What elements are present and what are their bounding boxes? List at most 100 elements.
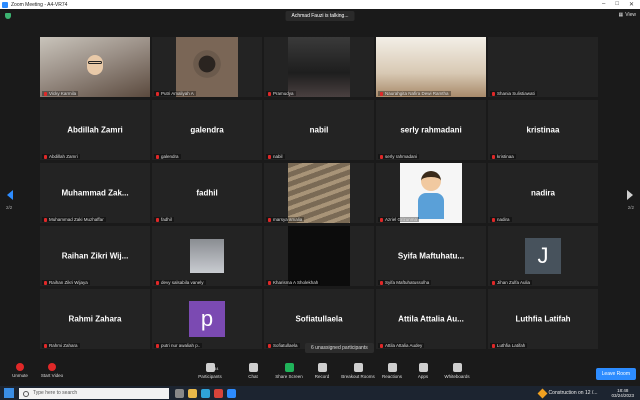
page-indicator-left: 2/2 — [6, 205, 13, 210]
taskbar-clock[interactable]: 18:48 03/24/2023 — [611, 388, 634, 398]
caption-text: Sofiatullaela — [273, 343, 298, 348]
participant-display-name: Muhammad Zak... — [61, 188, 129, 198]
minimize-icon[interactable]: – — [602, 1, 605, 8]
leave-room-button[interactable]: Leave Room — [595, 368, 636, 380]
participant-tile[interactable]: Pramudya — [264, 37, 374, 97]
security-shield-icon[interactable] — [5, 13, 11, 19]
next-page-arrow-icon[interactable] — [627, 190, 633, 200]
participant-tile[interactable]: Muhammad Zak... Muhammad Zaki Muzhaffar — [40, 163, 150, 223]
participant-tile[interactable]: kristinaa kristinaa — [488, 100, 598, 160]
caption-text: nadira — [497, 217, 510, 222]
caption-text: serly rahmadani — [385, 154, 418, 159]
apps-icon — [418, 363, 428, 372]
caption-text: Raihan Zikri Wijaya — [49, 280, 88, 285]
breakout-rooms-icon — [353, 363, 363, 372]
participant-name-caption: Kharisma A Sholekhah — [266, 280, 321, 285]
zoom-logo-icon — [2, 1, 8, 8]
unassigned-participants-notice[interactable]: 6 unassigned participants — [305, 343, 374, 353]
start-video-button[interactable]: Start Video — [32, 363, 72, 378]
participant-name-caption: Abdillah Zamri — [42, 154, 80, 159]
participant-tile[interactable]: galendra galendra — [152, 100, 262, 160]
avatar-body-shape — [418, 193, 444, 219]
windows-start-icon[interactable] — [4, 388, 14, 398]
participant-tile[interactable]: Abdillah Zamri Abdillah Zamri — [40, 100, 150, 160]
whiteboards-button[interactable]: Whiteboards — [437, 363, 477, 379]
participant-tile[interactable]: p putri nur awaliah p.. — [152, 289, 262, 349]
microphone-muted-icon — [380, 280, 383, 285]
taskbar-notification[interactable]: Construction on 12 /... — [537, 388, 597, 398]
microphone-muted-icon — [268, 343, 271, 348]
record-button[interactable]: Record — [302, 363, 342, 379]
caption-text: Pramudya — [273, 91, 294, 96]
avatar: J — [525, 238, 561, 274]
face-shape — [87, 55, 103, 75]
caption-text: Putri Amaliyah A — [161, 91, 194, 96]
participant-tile[interactable]: Raihan Zikri Wij... Raihan Zikri Wijaya — [40, 226, 150, 286]
taskbar-search-input[interactable]: Type here to search — [19, 387, 169, 399]
participant-tile[interactable]: nabil nabil — [264, 100, 374, 160]
microphone-muted-icon — [44, 280, 47, 285]
microphone-muted-icon — [44, 91, 47, 96]
participant-tile[interactable]: Kharisma A Sholekhah — [264, 226, 374, 286]
taskbar-apps — [175, 388, 236, 398]
chat-button[interactable]: Chat — [233, 363, 273, 379]
participant-tile[interactable]: Shania Sulistiawati — [488, 37, 598, 97]
zoom-app-icon[interactable] — [227, 388, 236, 398]
participant-display-name: galendra — [190, 125, 224, 135]
participant-tile[interactable]: Attila Attalia Au... Attila Attalia Audey — [376, 289, 486, 349]
grid-icon: ▦ — [618, 12, 624, 18]
participant-name-caption: Pramudya — [266, 91, 296, 96]
participant-tile[interactable]: Sofiatullaela Sofiatullaela — [264, 289, 374, 349]
start-video-label: Start Video — [40, 373, 64, 378]
participant-name-caption: Raihan Zikri Wijaya — [42, 280, 90, 285]
microphone-muted-icon — [268, 280, 271, 285]
participant-name-caption: galendra — [154, 154, 181, 159]
microphone-muted-icon — [44, 217, 47, 222]
maximize-icon[interactable]: □ — [615, 1, 619, 8]
close-icon[interactable]: ✕ — [629, 1, 634, 8]
participant-display-name: nadira — [530, 188, 555, 198]
participant-tile[interactable]: Vicky Karmila — [40, 37, 150, 97]
microphone-muted-icon — [268, 217, 271, 222]
participant-tile[interactable]: devy salsabila vanely — [152, 226, 262, 286]
warning-icon — [537, 388, 547, 398]
participant-tile[interactable]: Rahmi Zahara Rahmi Zahara — [40, 289, 150, 349]
participants-button[interactable]: 34 Participants — [190, 363, 230, 379]
video-feed — [40, 37, 150, 97]
participant-display-name: Abdillah Zamri — [67, 125, 123, 135]
participant-tile[interactable]: J Jihan Zulfa Aulia — [488, 226, 598, 286]
chrome-icon[interactable] — [214, 388, 223, 398]
microphone-muted-icon — [492, 154, 495, 159]
participant-tile[interactable]: Azriel Grizunma — [376, 163, 486, 223]
caption-text: putri nur awaliah p.. — [161, 343, 201, 348]
reactions-icon — [387, 363, 397, 372]
file-explorer-icon[interactable] — [188, 388, 197, 398]
task-view-icon[interactable] — [175, 388, 184, 398]
microphone-muted-icon — [16, 363, 24, 371]
caption-text: galendra — [161, 154, 179, 159]
participant-tile[interactable]: Luthfia Latifah Luthfia Latifah — [488, 289, 598, 349]
view-button[interactable]: ▦ View — [619, 12, 636, 18]
participant-tile[interactable]: serly rahmadani serly rahmadani — [376, 100, 486, 160]
gallery-grid: Vicky Karmila Putri Amaliyah A Pramudya Nau… — [40, 37, 600, 357]
caption-text: Azriel Grizunma — [385, 217, 418, 222]
participant-name-caption: marsya amalia — [266, 217, 305, 222]
video-feed — [400, 163, 462, 223]
participant-tile[interactable]: fadhil fadhil — [152, 163, 262, 223]
participant-display-name: fadhil — [196, 188, 218, 198]
participant-tile[interactable]: marsya amalia — [264, 163, 374, 223]
participant-tile[interactable]: nadira nadira — [488, 163, 598, 223]
participant-tile[interactable]: Putri Amaliyah A — [152, 37, 262, 97]
video-feed — [176, 37, 238, 97]
participant-name-caption: Attila Attalia Audey — [378, 343, 425, 348]
previous-page-arrow-icon[interactable] — [7, 190, 13, 200]
caption-text: kristinaa — [497, 154, 514, 159]
clock-date: 03/24/2023 — [611, 393, 634, 398]
edge-icon[interactable] — [201, 388, 210, 398]
participant-display-name: kristinaa — [526, 125, 560, 135]
microphone-muted-icon — [380, 154, 383, 159]
participant-tile[interactable]: Syifa Maftuhatu... Syifa Maftuhatussolha — [376, 226, 486, 286]
chat-icon — [248, 363, 258, 372]
participant-tile[interactable]: Naurahgita Nafira Dewi Ramtha — [376, 37, 486, 97]
participants-label: Participants — [198, 374, 222, 379]
